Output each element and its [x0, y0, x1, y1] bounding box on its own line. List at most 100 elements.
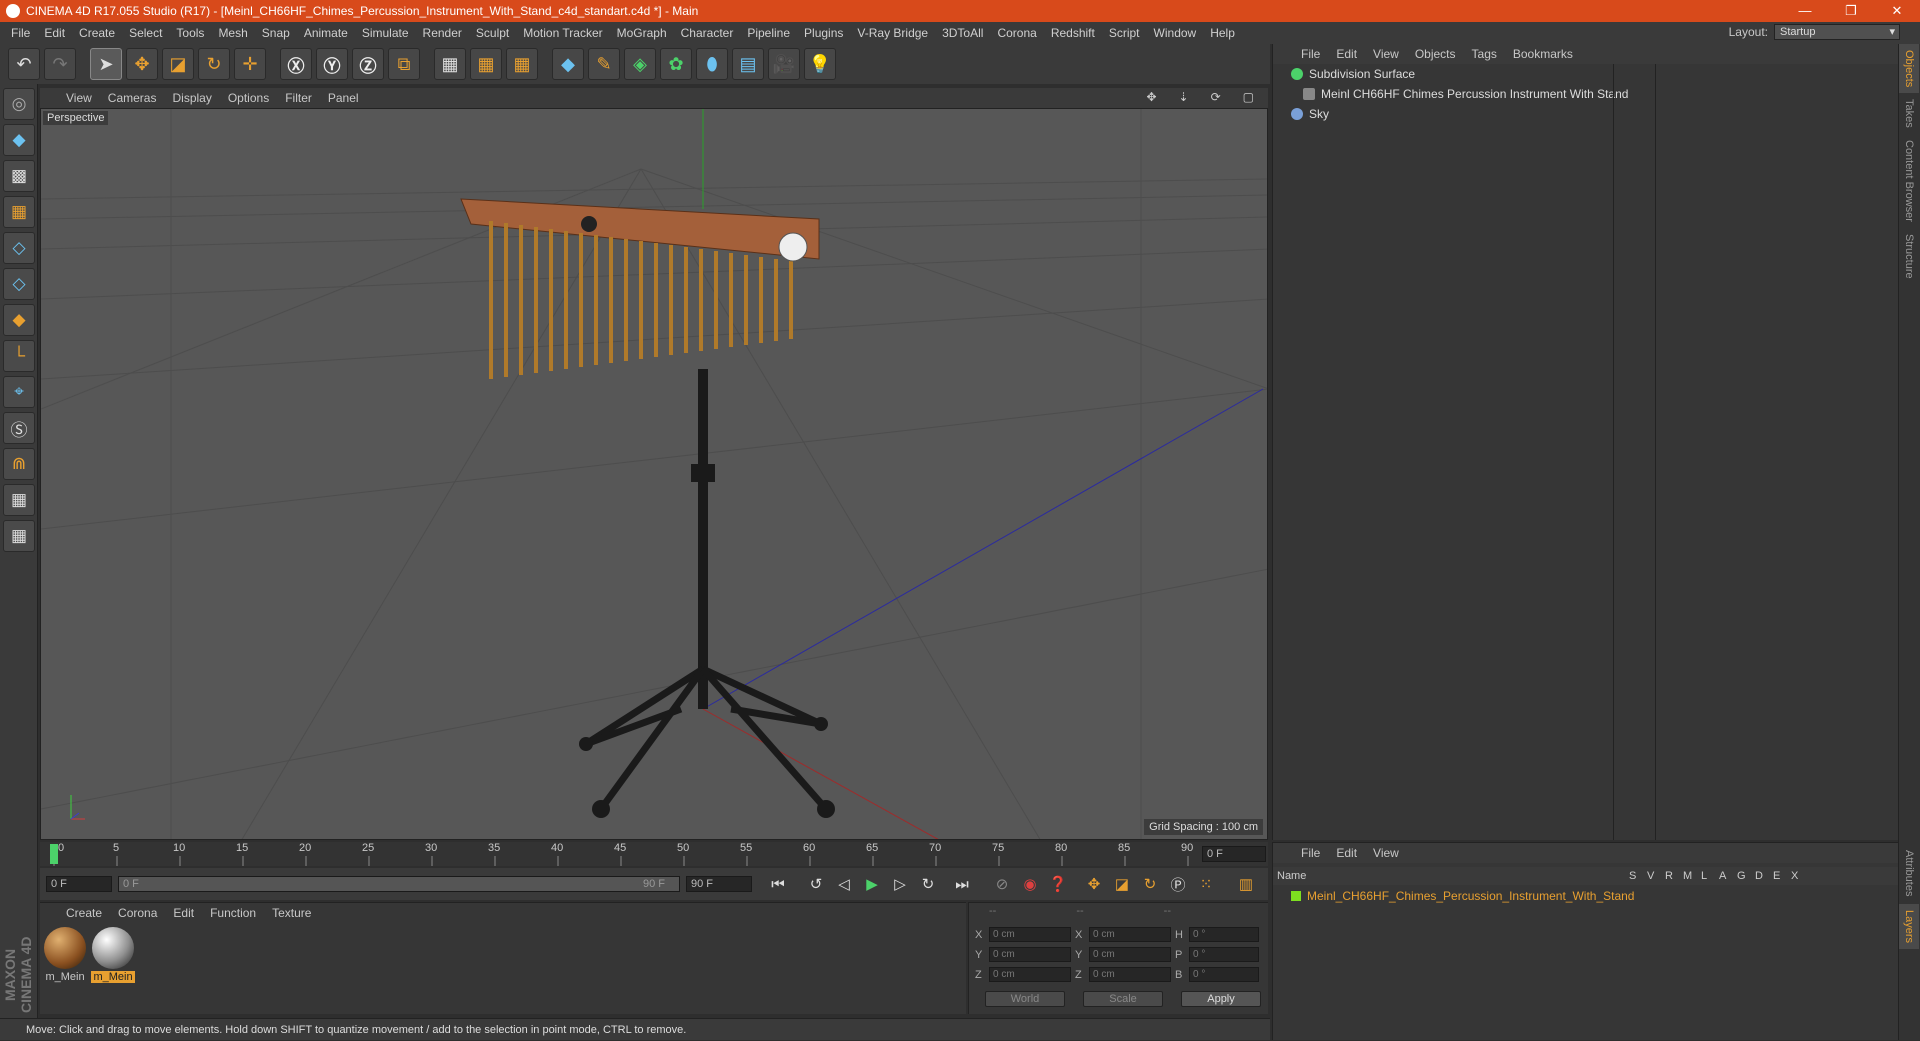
viewport-move-icon[interactable]: ✥	[1138, 90, 1164, 104]
pen-spline-icon[interactable]: ✎	[588, 48, 620, 80]
key-scale-icon[interactable]: ◪	[1110, 872, 1134, 896]
tab-structure[interactable]: Structure	[1899, 228, 1919, 285]
perspective-viewport[interactable]: Perspective Grid Spacing : 100 cm	[40, 108, 1268, 840]
deformer-icon[interactable]: ⬮	[696, 48, 728, 80]
render-picture-viewer-icon[interactable]: ▦	[470, 48, 502, 80]
undo-icon[interactable]: ↶	[8, 48, 40, 80]
goto-end-icon[interactable]: ⏭	[950, 872, 974, 896]
material-swatch[interactable]: m_Mein	[90, 927, 136, 983]
menu-redshift[interactable]: Redshift	[1044, 26, 1102, 40]
current-frame-field[interactable]: 0 F	[1202, 846, 1266, 862]
menu-3dtoall[interactable]: 3DToAll	[935, 26, 990, 40]
menu-simulate[interactable]: Simulate	[355, 26, 416, 40]
menu-vray-bridge[interactable]: V-Ray Bridge	[850, 26, 935, 40]
menu-plugins[interactable]: Plugins	[797, 26, 850, 40]
menu-animate[interactable]: Animate	[297, 26, 355, 40]
viewport-menu-options[interactable]: Options	[220, 91, 277, 105]
key-rotation-icon[interactable]: ↻	[1138, 872, 1162, 896]
menu-tools[interactable]: Tools	[169, 26, 211, 40]
material-menu-create[interactable]: Create	[58, 906, 110, 920]
play-icon[interactable]: ▶	[860, 872, 884, 896]
position-y-field[interactable]: 0 cm	[989, 947, 1071, 962]
material-menu-edit[interactable]: Edit	[165, 906, 202, 920]
move-icon[interactable]: ✥	[126, 48, 158, 80]
cube-icon[interactable]: ◆	[552, 48, 584, 80]
viewport-maximize-icon[interactable]: ▢	[1235, 90, 1262, 104]
snap-magnet-icon[interactable]: ⋒	[3, 448, 35, 480]
tab-attributes[interactable]: Attributes	[1899, 844, 1919, 902]
size-z-field[interactable]: 0 cm	[1089, 967, 1171, 982]
objects-menu-objects[interactable]: Objects	[1407, 47, 1464, 61]
objects-menu-view[interactable]: View	[1365, 47, 1407, 61]
object-row-chimes[interactable]: Meinl CH66HF Chimes Percussion Instrumen…	[1273, 84, 1883, 104]
polygons-mode-icon[interactable]: ◆	[3, 304, 35, 336]
end-frame-field[interactable]: 90 F	[686, 876, 752, 892]
menu-snap[interactable]: Snap	[255, 26, 297, 40]
workplane-mode-icon[interactable]: ▦	[3, 196, 35, 228]
layers-menu-view[interactable]: View	[1365, 846, 1407, 860]
menu-render[interactable]: Render	[416, 26, 469, 40]
minimize-button[interactable]: —	[1782, 0, 1828, 22]
menu-corona[interactable]: Corona	[990, 26, 1043, 40]
menu-mograph[interactable]: MoGraph	[610, 26, 674, 40]
z-axis-icon[interactable]: Ⓩ	[352, 48, 384, 80]
range-slider[interactable]: 0 F 90 F	[118, 876, 680, 892]
menu-create[interactable]: Create	[72, 26, 122, 40]
position-x-field[interactable]: 0 cm	[989, 927, 1071, 942]
step-back-icon[interactable]: ◁	[832, 872, 856, 896]
edges-mode-icon[interactable]: ◇	[3, 268, 35, 300]
coordinate-system-icon[interactable]: ⧉	[388, 48, 420, 80]
objects-menu-tags[interactable]: Tags	[1464, 47, 1505, 61]
menu-sculpt[interactable]: Sculpt	[469, 26, 516, 40]
rotation-h-field[interactable]: 0 °	[1189, 927, 1259, 942]
timeline-ruler[interactable]: 0 5 10 15 20 25 30 35 40 45 50 55 60 65 …	[40, 842, 1268, 866]
menu-character[interactable]: Character	[674, 26, 741, 40]
layers-menu-edit[interactable]: Edit	[1328, 846, 1365, 860]
objects-menu-file[interactable]: File	[1293, 47, 1328, 61]
close-button[interactable]: ✕	[1874, 0, 1920, 22]
key-pla-icon[interactable]: ⁙	[1194, 872, 1218, 896]
texture-mode-icon[interactable]: ▩	[3, 160, 35, 192]
menu-script[interactable]: Script	[1102, 26, 1147, 40]
viewport-zoom-icon[interactable]: ⇣	[1171, 90, 1197, 104]
position-z-field[interactable]: 0 cm	[989, 967, 1071, 982]
scale-dropdown[interactable]: Scale	[1083, 991, 1163, 1007]
menu-edit[interactable]: Edit	[37, 26, 72, 40]
render-view-icon[interactable]: ▦	[434, 48, 466, 80]
record-active-icon[interactable]: ◉	[1018, 872, 1042, 896]
layers-menu-file[interactable]: File	[1293, 846, 1328, 860]
object-row-sky[interactable]: Sky	[1273, 104, 1883, 124]
material-swatch[interactable]: m_Mein	[42, 927, 88, 983]
world-dropdown[interactable]: World	[985, 991, 1065, 1007]
tab-layers[interactable]: Layers	[1899, 904, 1919, 950]
viewport-camera-label[interactable]: Perspective	[43, 111, 109, 125]
layer-row[interactable]: Meinl_CH66HF_Chimes_Percussion_Instrumen…	[1273, 887, 1899, 905]
y-axis-icon[interactable]: Ⓨ	[316, 48, 348, 80]
record-off-icon[interactable]: ⊘	[990, 872, 1014, 896]
menu-help[interactable]: Help	[1203, 26, 1242, 40]
tab-objects[interactable]: Objects	[1899, 44, 1919, 94]
model-mode-icon[interactable]: ◆	[3, 124, 35, 156]
apply-button[interactable]: Apply	[1181, 991, 1261, 1007]
goto-previous-key-icon[interactable]: ↺	[804, 872, 828, 896]
menu-pipeline[interactable]: Pipeline	[740, 26, 797, 40]
scale-icon[interactable]: ◪	[162, 48, 194, 80]
size-y-field[interactable]: 0 cm	[1089, 947, 1171, 962]
subdivision-icon[interactable]: ◈	[624, 48, 656, 80]
viewport-menu-view[interactable]: View	[58, 91, 100, 105]
timeline-window-icon[interactable]: ▥	[1234, 872, 1258, 896]
tab-content-browser[interactable]: Content Browser	[1899, 134, 1919, 228]
material-menu-corona[interactable]: Corona	[110, 906, 165, 920]
objects-menu-bookmarks[interactable]: Bookmarks	[1505, 47, 1581, 61]
viewport-menu-cameras[interactable]: Cameras	[100, 91, 165, 105]
rotate-icon[interactable]: ↻	[198, 48, 230, 80]
tab-takes[interactable]: Takes	[1899, 93, 1919, 134]
playhead[interactable]	[50, 844, 58, 864]
live-select-icon[interactable]: ✛	[234, 48, 266, 80]
autokey-icon[interactable]: ❓	[1046, 872, 1070, 896]
select-arrow-icon[interactable]: ➤	[90, 48, 122, 80]
menu-window[interactable]: Window	[1147, 26, 1204, 40]
menu-motion-tracker[interactable]: Motion Tracker	[516, 26, 609, 40]
objects-menu-edit[interactable]: Edit	[1328, 47, 1365, 61]
solo-icon[interactable]: Ⓢ	[3, 412, 35, 444]
